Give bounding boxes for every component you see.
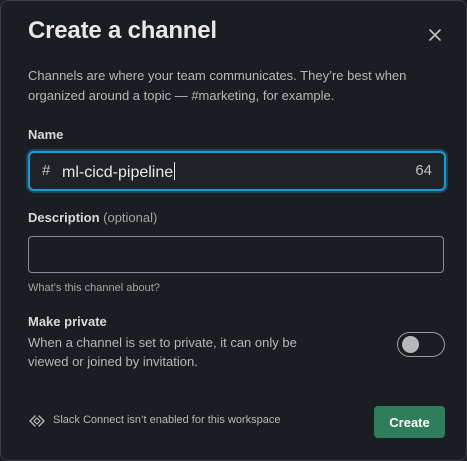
description-label-text: Description — [28, 210, 100, 225]
slack-connect-notice: Slack Connect isn’t enabled for this wor… — [53, 414, 281, 426]
description-hint: What’s this channel about? — [28, 282, 160, 294]
name-label: Name — [28, 127, 64, 142]
hash-prefix: # — [42, 162, 51, 179]
dialog-intro: Channels are where your team communicate… — [28, 68, 407, 103]
optional-tag: (optional) — [103, 210, 158, 225]
description-input[interactable] — [28, 236, 444, 273]
channel-name-value: ml-cicd-pipeline — [62, 162, 176, 181]
make-private-description: When a channel is set to private, it can… — [28, 335, 297, 369]
close-icon[interactable] — [422, 22, 448, 48]
slack-connect-icon — [28, 414, 46, 428]
create-button[interactable]: Create — [374, 406, 445, 438]
toggle-knob — [402, 336, 419, 353]
dialog-title: Create a channel — [28, 17, 217, 44]
text-caret — [174, 162, 176, 180]
make-private-toggle[interactable] — [397, 332, 445, 357]
make-private-label: Make private — [28, 314, 107, 329]
create-channel-dialog: Create a channel Channels are where your… — [0, 0, 467, 461]
remaining-char-count: 64 — [415, 162, 432, 179]
description-label: Description (optional) — [28, 210, 157, 225]
channel-name-input[interactable]: # ml-cicd-pipeline 64 — [28, 151, 446, 191]
